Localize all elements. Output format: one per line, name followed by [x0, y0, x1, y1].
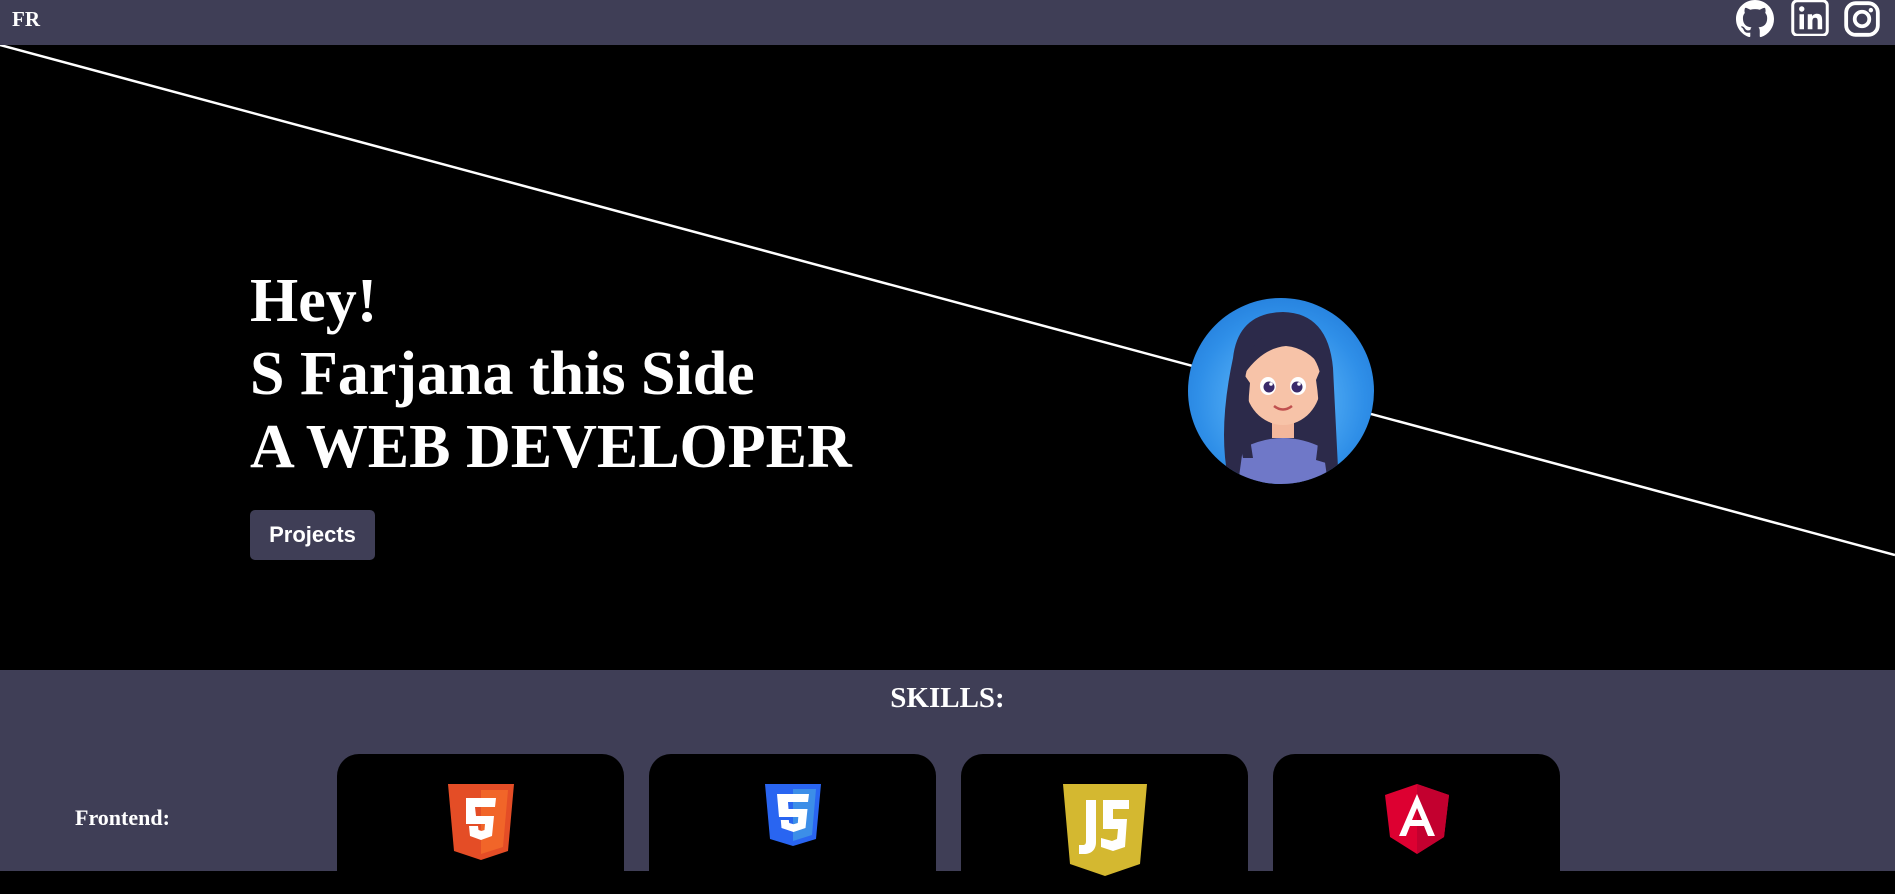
github-link[interactable]	[1735, 0, 1775, 38]
skills-section: SKILLS: Frontend:	[0, 670, 1895, 894]
linkedin-icon	[1791, 0, 1829, 36]
frontend-label: Frontend:	[75, 805, 170, 830]
javascript-icon	[1062, 784, 1147, 876]
instagram-icon	[1844, 1, 1880, 37]
skill-card-angular	[1273, 754, 1560, 894]
hero-name: S Farjana this Side	[250, 340, 755, 408]
brand-logo[interactable]: FR	[12, 7, 40, 32]
css3-icon	[764, 784, 821, 846]
github-icon	[1736, 0, 1774, 38]
hero-role: A WEB DEVELOPER	[250, 413, 852, 481]
skill-card-javascript	[961, 754, 1248, 894]
projects-button[interactable]: Projects	[250, 510, 375, 560]
hero-section: Hey! S Farjana this Side A WEB DEVELOPER…	[0, 45, 1895, 670]
hero-heading: Hey! S Farjana this Side A WEB DEVELOPER	[250, 265, 852, 484]
skills-title: SKILLS:	[890, 682, 1005, 714]
skill-card-html5	[337, 754, 624, 894]
hero-greeting: Hey!	[250, 267, 378, 335]
avatar	[1188, 298, 1374, 484]
navbar: FR	[0, 0, 1895, 45]
angular-icon	[1384, 784, 1449, 854]
avatar-illustration	[1224, 312, 1338, 484]
linkedin-link[interactable]	[1791, 0, 1829, 38]
html5-icon	[447, 784, 514, 860]
skill-card-css3	[649, 754, 936, 894]
instagram-link[interactable]	[1843, 0, 1881, 38]
